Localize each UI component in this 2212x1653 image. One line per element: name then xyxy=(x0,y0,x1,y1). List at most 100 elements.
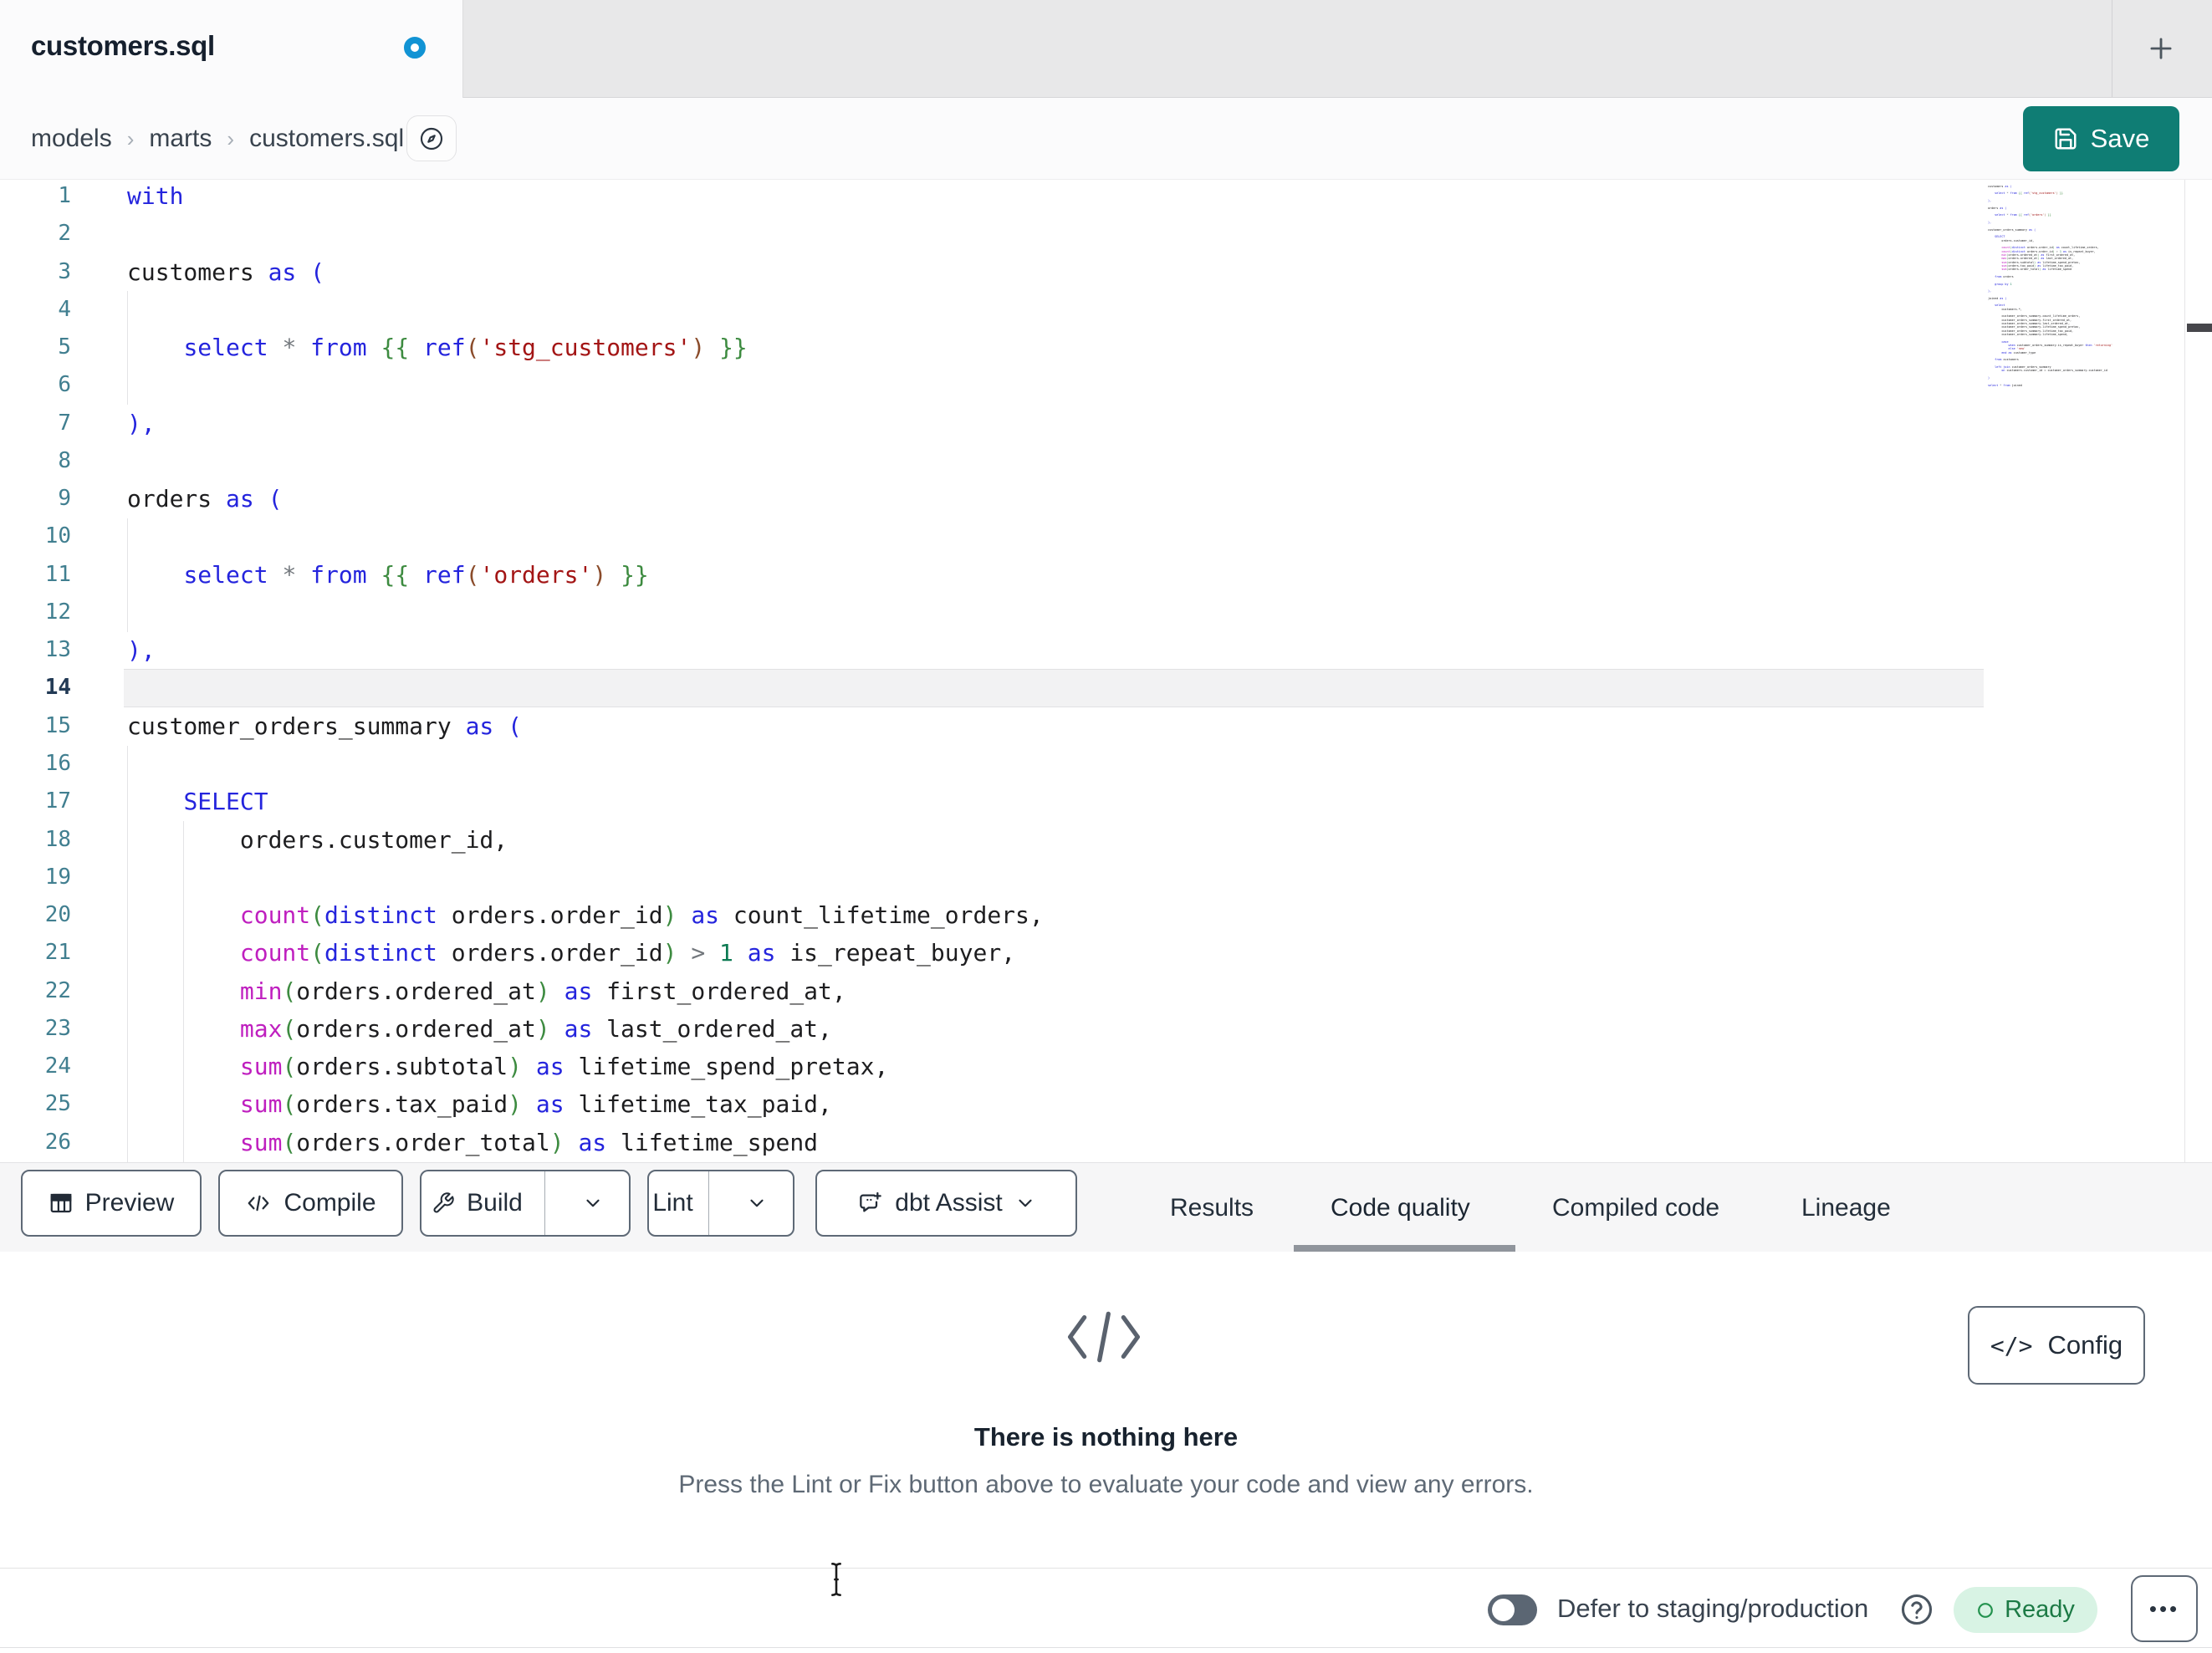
code-line-23[interactable]: 23 max(orders.ordered_at) as last_ordere… xyxy=(0,1010,2212,1048)
breadcrumb-item-customers-sql[interactable]: customers.sql xyxy=(249,125,404,153)
line-content xyxy=(124,669,1984,707)
code-editor[interactable]: 1 with 2 3 customers as (4 5 select * from … xyxy=(0,180,2212,1162)
line-number: 18 xyxy=(44,826,71,852)
tab-customers-sql[interactable]: customers.sql xyxy=(0,0,463,98)
line-number: 5 xyxy=(58,334,71,360)
code-line-12[interactable]: 12 xyxy=(0,594,2212,631)
line-content: min(orders.ordered_at) as first_ordered_… xyxy=(239,977,846,1005)
breadcrumb-item-models[interactable]: models xyxy=(31,125,112,153)
code-quality-panel: There is nothing here Press the Lint or … xyxy=(0,1252,2212,1568)
code-line-17[interactable]: 17 SELECT xyxy=(0,783,2212,820)
code-line-1[interactable]: 1 with xyxy=(0,180,2212,215)
ide-status-badge[interactable]: Ready xyxy=(1954,1587,2097,1633)
code-line-16[interactable]: 16 xyxy=(0,745,2212,783)
line-content xyxy=(124,442,1984,480)
line-number: 6 xyxy=(58,372,71,398)
code-line-22[interactable]: 22 min(orders.ordered_at) as first_order… xyxy=(0,972,2212,1010)
line-content xyxy=(124,594,1984,631)
code-line-9[interactable]: 9 orders as ( xyxy=(0,480,2212,518)
code-line-21[interactable]: 21 count(distinct orders.order_id) > 1 a… xyxy=(0,934,2212,972)
line-number: 10 xyxy=(44,523,71,549)
line-content xyxy=(124,215,1984,253)
line-number: 23 xyxy=(44,1015,71,1041)
code-line-15[interactable]: 15 customer_orders_summary as ( xyxy=(0,707,2212,745)
line-content xyxy=(124,366,1984,404)
indent-guide xyxy=(127,518,128,632)
code-line-13[interactable]: 13), xyxy=(0,631,2212,669)
line-content: SELECT xyxy=(183,788,268,816)
code-line-5[interactable]: 5 select * from {{ ref('stg_customers') … xyxy=(0,329,2212,366)
code-line-26[interactable]: 26 sum(orders.order_total) as lifetime_s… xyxy=(0,1124,2212,1161)
line-content: orders as ( xyxy=(127,485,283,513)
config-button[interactable]: </> Config xyxy=(1968,1306,2145,1385)
line-content xyxy=(124,291,1984,329)
code-line-11[interactable]: 11 select * from {{ ref('orders') }} xyxy=(0,556,2212,594)
code-line-4[interactable]: 4 xyxy=(0,291,2212,329)
line-number: 24 xyxy=(44,1054,71,1079)
save-icon xyxy=(2055,128,2077,150)
line-content: ), xyxy=(127,636,156,665)
code-line-18[interactable]: 18 orders.customer_id, xyxy=(0,821,2212,859)
line-number: 25 xyxy=(44,1091,71,1117)
new-tab-button[interactable] xyxy=(2134,23,2188,74)
defer-label: Defer to staging/production xyxy=(1557,1594,1869,1623)
compass-icon xyxy=(420,127,443,150)
panel-tab-results[interactable]: Results xyxy=(1170,1163,1254,1253)
line-content: count(distinct orders.order_id) > 1 as i… xyxy=(239,939,1016,967)
code-line-2[interactable]: 2 xyxy=(0,215,2212,253)
breadcrumb-separator: › xyxy=(126,125,135,151)
line-number: 13 xyxy=(44,637,71,663)
line-content: with xyxy=(127,182,184,210)
tab-title: customers.sql xyxy=(31,30,215,61)
defer-toggle[interactable] xyxy=(1488,1594,1537,1625)
line-number: 8 xyxy=(58,447,71,473)
line-number: 9 xyxy=(58,486,71,512)
editor-minimap[interactable]: with customers as ( select * from {{ ref… xyxy=(1988,180,2118,390)
line-content: customers as ( xyxy=(127,258,325,286)
dbt-ide-window: customers.sql models › marts › customers.sql… xyxy=(0,0,2212,1653)
line-content: customer_orders_summary as ( xyxy=(127,712,523,740)
panel-tab-lineage[interactable]: Lineage xyxy=(1801,1163,1891,1253)
code-line-20[interactable]: 20 count(distinct orders.order_id) as co… xyxy=(0,896,2212,934)
action-toolbar: Preview Compile Build Lint dbt Assist Re… xyxy=(0,1162,2212,1253)
code-line-10[interactable]: 10 xyxy=(0,518,2212,555)
config-label: Config xyxy=(2047,1330,2123,1360)
breadcrumb-item-marts[interactable]: marts xyxy=(149,125,212,153)
save-button[interactable]: Save xyxy=(2023,106,2179,171)
code-line-3[interactable]: 3 customers as ( xyxy=(0,253,2212,291)
code-line-8[interactable]: 8 xyxy=(0,442,2212,480)
ready-label: Ready xyxy=(2005,1596,2075,1623)
line-number: 1 xyxy=(58,183,71,208)
code-lines: 1 with 2 3 customers as (4 5 select * from … xyxy=(0,180,2212,1161)
code-icon: </> xyxy=(1990,1331,2033,1360)
line-number: 15 xyxy=(44,712,71,738)
minimap-line: on customers.customer_id = customer_orde… xyxy=(2001,369,2107,373)
line-content xyxy=(124,518,1984,555)
panel-tab-compiled-code[interactable]: Compiled code xyxy=(1552,1163,1719,1253)
line-content: orders.customer_id, xyxy=(127,825,508,854)
minimap-line: select * from joined xyxy=(1988,383,2022,387)
code-line-24[interactable]: 24 sum(orders.subtotal) as lifetime_spen… xyxy=(0,1048,2212,1085)
navigate-button[interactable] xyxy=(406,115,457,161)
empty-state-subtitle: Press the Lint or Fix button above to ev… xyxy=(678,1471,1534,1498)
code-line-14[interactable]: 14 xyxy=(0,669,2212,707)
editor-tab-strip: customers.sql xyxy=(0,0,2212,98)
code-line-7[interactable]: 7), xyxy=(0,405,2212,442)
ellipsis-icon: ••• xyxy=(2148,1595,2180,1621)
scrollbar-thumb[interactable] xyxy=(2187,324,2212,332)
code-line-25[interactable]: 25 sum(orders.tax_paid) as lifetime_tax_… xyxy=(0,1085,2212,1123)
status-circle-icon xyxy=(1978,1602,1993,1618)
more-options-button[interactable]: ••• xyxy=(2131,1575,2198,1642)
line-number: 7 xyxy=(58,410,71,436)
code-line-6[interactable]: 6 xyxy=(0,366,2212,404)
editor-scrollbar[interactable] xyxy=(2184,180,2212,1162)
help-icon[interactable] xyxy=(1898,1591,1935,1628)
line-content: sum(orders.order_total) as lifetime_spen… xyxy=(239,1128,819,1156)
line-number: 19 xyxy=(44,864,71,890)
line-content xyxy=(124,859,1984,896)
panel-tab-code-quality[interactable]: Code quality xyxy=(1331,1163,1470,1253)
code-line-19[interactable]: 19 xyxy=(0,859,2212,896)
line-content: select * from {{ ref('stg_customers') }} xyxy=(183,334,748,362)
panel-tab-bar: Results Code quality Compiled code Lineage xyxy=(0,1163,2212,1253)
line-content: count(distinct orders.order_id) as count… xyxy=(239,901,1044,930)
